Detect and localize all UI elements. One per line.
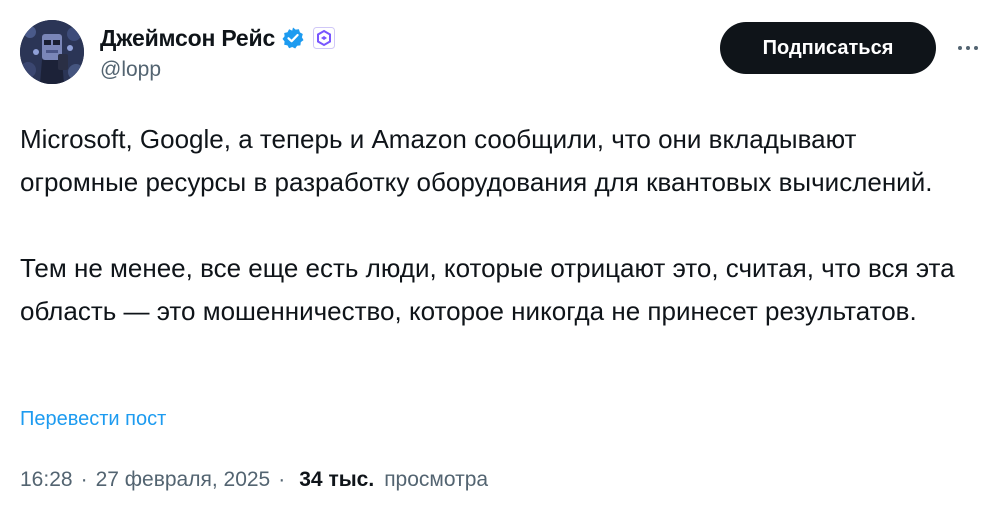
avatar[interactable] <box>20 20 84 84</box>
avatar-image <box>20 20 84 84</box>
tweet-date[interactable]: 27 февраля, 2025 <box>96 468 271 492</box>
tweet-time[interactable]: 16:28 <box>20 468 73 492</box>
tweet-meta: 16:28 · 27 февраля, 2025 · 34 тыс. просм… <box>20 468 488 492</box>
more-dot <box>974 46 978 50</box>
tweet-paragraph: Microsoft, Google, а теперь и Amazon соо… <box>20 124 933 197</box>
views-label: просмотра <box>384 468 489 491</box>
author-handle[interactable]: @lopp <box>100 58 161 82</box>
follow-button[interactable]: Подписаться <box>720 22 936 74</box>
translate-post-link[interactable]: Перевести пост <box>20 408 166 431</box>
meta-separator: · <box>80 468 88 491</box>
more-options-icon[interactable] <box>952 32 984 64</box>
verified-badge-icon[interactable] <box>281 26 305 50</box>
more-dot <box>958 46 962 50</box>
meta-separator: · <box>278 468 286 491</box>
affiliate-badge-icon[interactable] <box>313 27 336 49</box>
author-name-row: Джеймсон Рейс <box>100 22 336 54</box>
tweet-card: Джеймсон Рейс @lopp Подписаться Microsof… <box>0 0 1000 513</box>
author-display-name[interactable]: Джеймсон Рейс <box>100 25 275 52</box>
views-count[interactable]: 34 тыс. <box>299 468 374 492</box>
tweet-paragraph: Тем не менее, все еще есть люди, которые… <box>20 253 955 326</box>
more-dot <box>966 46 970 50</box>
tweet-text: Microsoft, Google, а теперь и Amazon соо… <box>20 118 980 333</box>
